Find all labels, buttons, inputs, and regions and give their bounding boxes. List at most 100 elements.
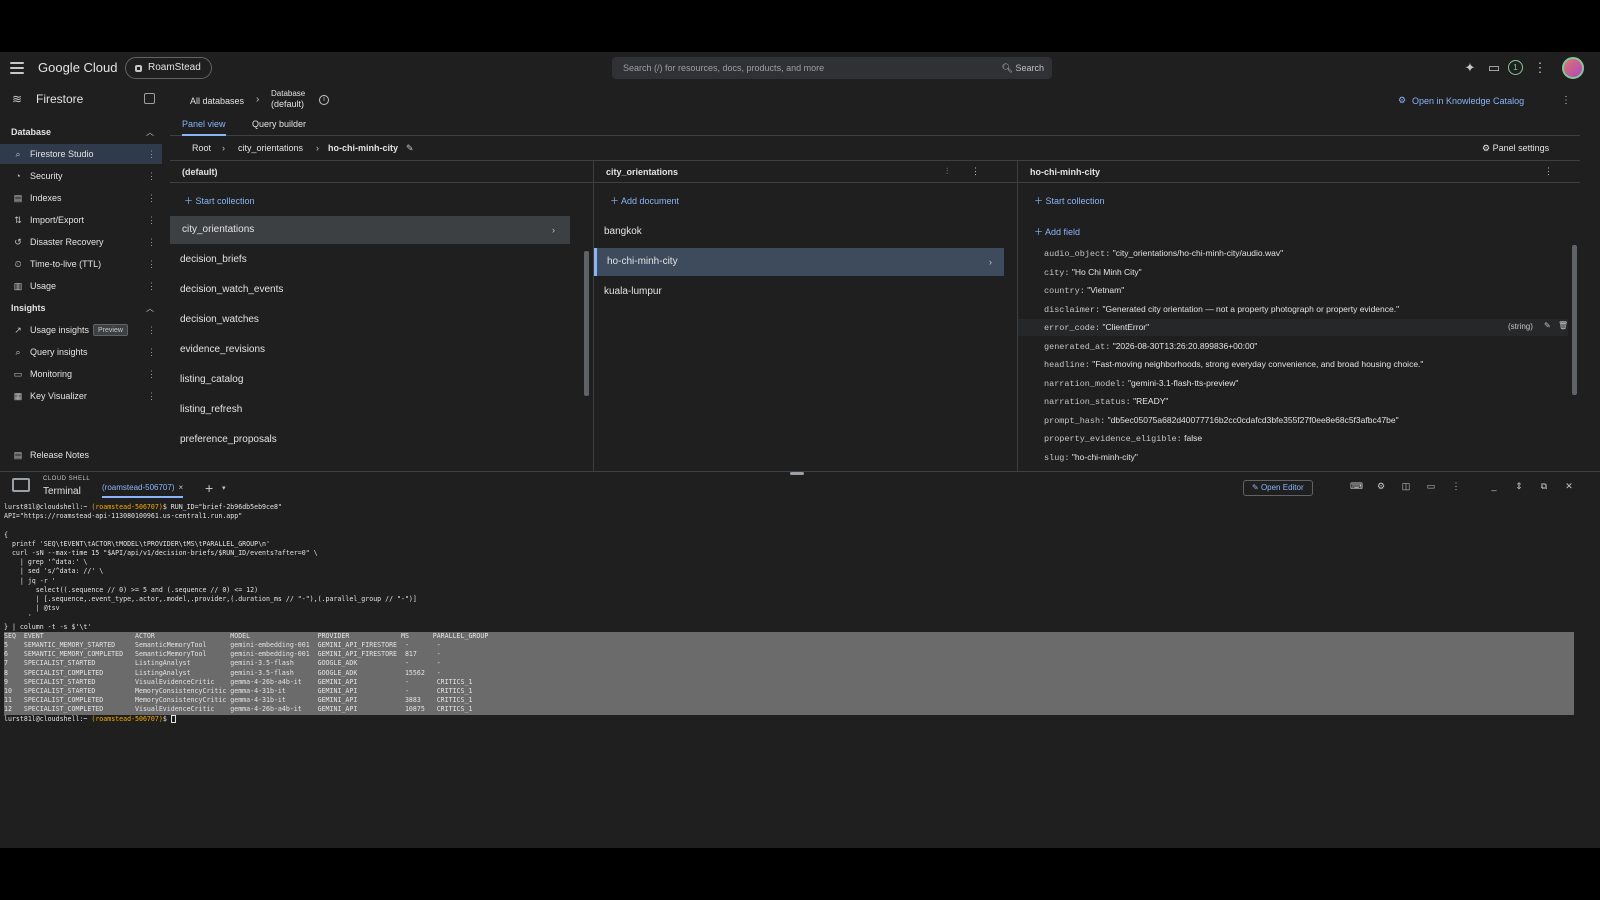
field-row[interactable]: error_code: "ClientError" (1044, 322, 1149, 333)
project-picker[interactable]: RoamStead (125, 57, 212, 79)
tab-panel-view[interactable]: Panel view (182, 119, 226, 136)
path-document[interactable]: ho-chi-minh-city (328, 143, 398, 153)
field-row[interactable]: city: "Ho Chi Minh City" (1044, 267, 1142, 278)
terminal-output[interactable]: lurst81l@cloudshell:~ (roamstead-506707)… (4, 503, 1594, 724)
search-input[interactable]: Search (/) for resources, docs, products… (612, 57, 1052, 79)
sidebar-item-usage[interactable]: ▥ Usage ⋮ (0, 276, 162, 296)
open-editor-button[interactable]: ✎ Open Editor (1243, 480, 1313, 496)
sidebar-item-key-visualizer[interactable]: ▦ Key Visualizer ⋮ (0, 386, 162, 406)
web-preview-icon[interactable]: ◫ (1400, 481, 1412, 492)
field-row[interactable]: audio_object: "city_orientations/ho-chi-… (1044, 248, 1283, 259)
sidebar-item-monitoring[interactable]: ▭ Monitoring ⋮ (0, 364, 162, 384)
terminal-tab[interactable]: (roamstead-506707) × (102, 483, 184, 498)
notification-badge[interactable]: 1 (1508, 60, 1523, 75)
more-options-icon[interactable]: ⋮ (147, 232, 156, 252)
sidebar-item-firestore-studio[interactable]: ⌕ Firestore Studio ⋮ (0, 144, 162, 164)
edit-field-icon[interactable]: ✎ (1544, 321, 1551, 330)
sidebar-item-security[interactable]: ◔ Security ⋮ (0, 166, 162, 186)
more-options-icon[interactable]: ⋮ (1561, 95, 1571, 106)
list-item[interactable]: evidence_revisions (170, 336, 570, 364)
path-collection[interactable]: city_orientations (238, 143, 303, 153)
field-row[interactable]: narration_model: "gemini-3.1-flash-tts-p… (1044, 378, 1238, 389)
start-collection-button[interactable]: ＋ Start collection (1034, 194, 1105, 207)
more-options-icon[interactable]: ⋮ (147, 386, 156, 406)
list-item[interactable]: decision_watch_events (170, 276, 570, 304)
chevron-down-icon[interactable]: ▾ (222, 484, 226, 492)
add-tab-icon[interactable]: + (205, 480, 213, 496)
list-item[interactable]: bangkok (594, 218, 1004, 246)
open-knowledge-catalog-link[interactable]: Open in Knowledge Catalog (1412, 96, 1524, 106)
list-item[interactable]: decision_watches (170, 306, 570, 334)
start-collection-button[interactable]: ＋ Start collection (184, 194, 255, 207)
panel-settings-button[interactable]: ⚙ Panel settings (1482, 143, 1549, 154)
open-new-window-icon[interactable]: ⧉ (1538, 481, 1550, 492)
more-options-icon[interactable]: ⋮ (147, 254, 156, 274)
more-options-icon[interactable]: ⋮ (147, 144, 156, 164)
close-icon[interactable]: ✕ (1563, 481, 1575, 492)
close-icon[interactable]: × (178, 483, 183, 492)
keyboard-icon[interactable]: ⌨ (1350, 481, 1363, 492)
list-item[interactable]: preference_proposals (170, 426, 570, 454)
more-options-icon[interactable]: ⋮ (147, 188, 156, 208)
breadcrumb-database[interactable]: Database (default) (271, 89, 305, 109)
field-row[interactable]: disclaimer: "Generated city orientation … (1044, 304, 1399, 315)
scrollbar[interactable] (1572, 245, 1577, 395)
layout-icon[interactable]: ▭ (1425, 481, 1437, 492)
add-field-button[interactable]: ＋ Add field (1034, 225, 1080, 238)
filter-icon[interactable]: ⫶ (946, 166, 948, 177)
cloud-shell-icon[interactable]: ▭ (1486, 60, 1502, 76)
breadcrumb-all-databases[interactable]: All databases (190, 96, 244, 106)
sidebar-item-indexes[interactable]: ▤ Indexes ⋮ (0, 188, 162, 208)
field-row[interactable]: property_evidence_eligible: false (1044, 433, 1202, 444)
more-options-icon[interactable]: ⋮ (147, 342, 156, 362)
field-row[interactable]: prompt_hash: "db5ec05075a682d40077716b2c… (1044, 415, 1399, 426)
delete-field-icon[interactable]: 🗑︎ (1558, 321, 1568, 330)
chevron-up-icon[interactable]: ︿ (146, 127, 154, 138)
add-document-button[interactable]: ＋ Add document (610, 194, 679, 207)
info-icon[interactable]: i (319, 95, 329, 105)
list-item[interactable]: listing_catalog (170, 366, 570, 394)
field-row[interactable]: generated_at: "2026-08-30T13:26:20.89983… (1044, 341, 1257, 352)
path-root[interactable]: Root (192, 143, 211, 153)
field-row[interactable]: headline: "Fast-moving neighborhoods, st… (1044, 359, 1423, 370)
scrollbar[interactable] (584, 251, 589, 396)
sidebar-item-usage-insights[interactable]: ↗ Usage insights Preview ⋮ (0, 320, 162, 340)
list-item[interactable]: listing_refresh (170, 396, 570, 424)
more-options-icon[interactable]: ⋮ (1544, 166, 1553, 177)
main-menu-icon[interactable] (10, 60, 24, 76)
gear-icon[interactable]: ⚙ (1375, 481, 1387, 492)
product-bar: ≋ Firestore All databases › Database (def… (0, 84, 1600, 116)
tab-query-builder[interactable]: Query builder (252, 119, 306, 134)
more-options-icon[interactable]: ⋮ (147, 364, 156, 384)
collapse-sidebar-icon[interactable] (144, 93, 155, 104)
gemini-spark-icon[interactable]: ✦ (1462, 60, 1478, 76)
list-item-city-orientations[interactable]: city_orientations › (170, 216, 570, 244)
field-row[interactable]: narration_status: "READY" (1044, 396, 1168, 407)
document-name: ho-chi-minh-city (607, 256, 678, 267)
more-options-icon[interactable]: ⋮ (147, 166, 156, 186)
field-row[interactable]: country: "Vietnam" (1044, 285, 1124, 296)
more-options-icon[interactable]: ⋮ (147, 210, 156, 230)
edit-path-icon[interactable]: ✎ (406, 143, 414, 154)
search-button[interactable]: 🔍︎ Search (1002, 57, 1044, 79)
more-options-icon[interactable]: ⋮ (147, 276, 156, 296)
chevron-up-icon[interactable]: ︿ (146, 303, 154, 314)
minimize-icon[interactable]: _ (1488, 481, 1500, 491)
list-item-ho-chi-minh-city[interactable]: ho-chi-minh-city › (594, 248, 1004, 276)
avatar[interactable] (1562, 57, 1584, 79)
sidebar-item-disaster-recovery[interactable]: ↺ Disaster Recovery ⋮ (0, 232, 162, 252)
sidebar-item-import-export[interactable]: ⇅ Import/Export ⋮ (0, 210, 162, 230)
google-cloud-logo[interactable]: Google Cloud (38, 60, 118, 75)
field-row[interactable]: slug: "ho-chi-minh-city" (1044, 452, 1138, 463)
list-item[interactable]: decision_briefs (170, 246, 570, 274)
sidebar-item-ttl[interactable]: ⏲ Time-to-live (TTL) ⋮ (0, 254, 162, 274)
sidebar-item-release-notes[interactable]: ▤ Release Notes (0, 445, 162, 465)
list-item[interactable]: kuala-lumpur (594, 278, 1004, 306)
more-options-icon[interactable]: ⋮ (1532, 60, 1548, 76)
more-options-icon[interactable]: ⋮ (147, 320, 156, 340)
more-options-icon[interactable]: ⋮ (1450, 481, 1462, 492)
more-options-icon[interactable]: ⋮ (971, 166, 980, 177)
resize-handle[interactable] (790, 472, 804, 475)
expand-icon[interactable]: ⇕ (1513, 481, 1525, 492)
sidebar-item-query-insights[interactable]: ⌕ Query insights ⋮ (0, 342, 162, 362)
